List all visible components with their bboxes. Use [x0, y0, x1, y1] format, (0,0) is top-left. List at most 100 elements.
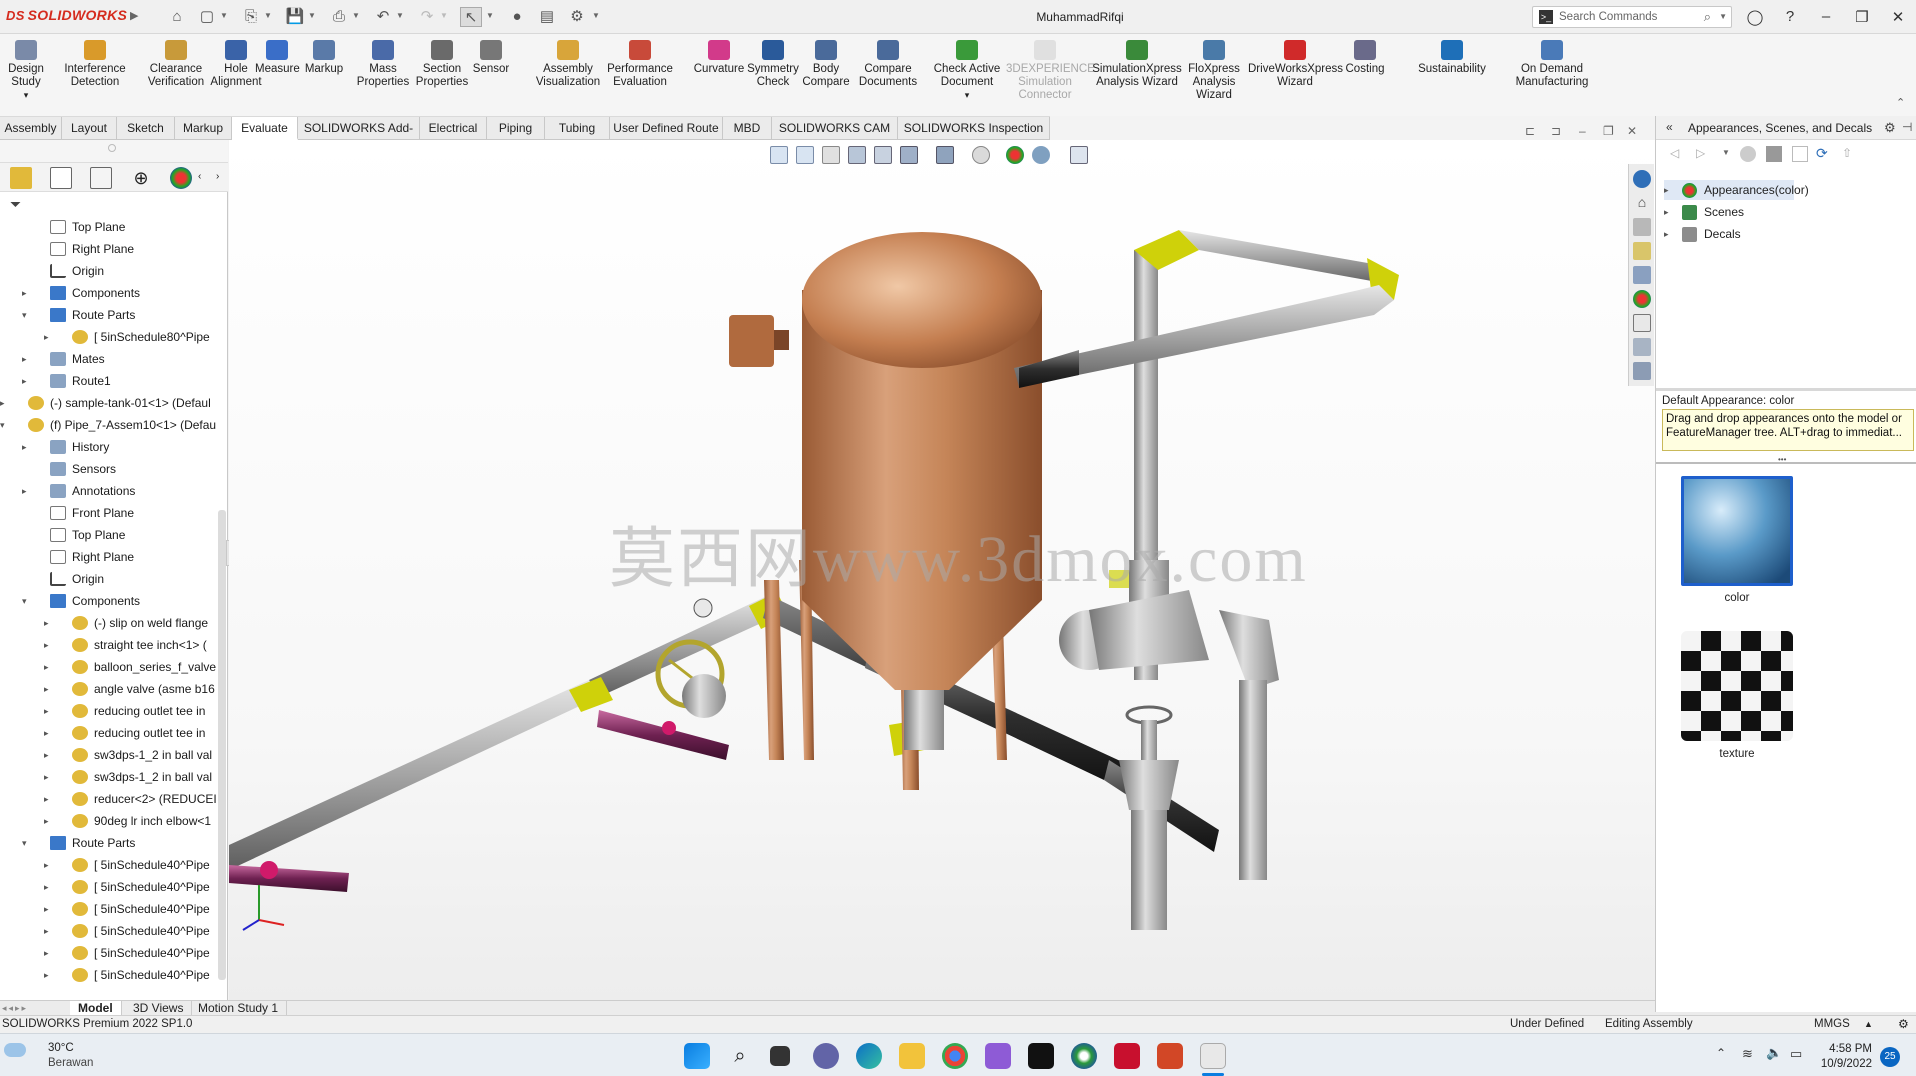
file-properties-icon[interactable]: ▤: [536, 7, 558, 27]
tree-item[interactable]: ▾ Route Parts: [0, 304, 218, 326]
zoom-to-fit-icon[interactable]: [770, 146, 788, 164]
tree-item[interactable]: ▸ [ 5inSchedule40^Pipe: [0, 854, 218, 876]
ribbon-dropdown-icon[interactable]: ▾: [929, 89, 1005, 102]
ribbon-button-19[interactable]: DriveWorksXpress Wizard: [1248, 40, 1343, 89]
tree-item[interactable]: ▸ [ 5inSchedule80^Pipe: [0, 326, 218, 348]
open-folder-icon[interactable]: ⎘: [240, 7, 262, 27]
expand-arrow-icon[interactable]: ▸: [44, 678, 54, 700]
tree-item[interactable]: ▾ (f) Pipe_7-Assem10<1> (Defau: [0, 414, 218, 436]
tabs-scroll-right-icon[interactable]: ›: [216, 171, 219, 182]
expand-arrow-icon[interactable]: ▸: [22, 370, 32, 392]
collapse-arrow-icon[interactable]: ▾: [0, 414, 10, 436]
tile-left-icon[interactable]: ⊏: [1525, 124, 1535, 138]
tab-sketch[interactable]: Sketch: [117, 117, 175, 140]
user-account-icon[interactable]: ◯: [1741, 8, 1769, 26]
forward-icon[interactable]: ▷: [1696, 146, 1705, 160]
tree-item[interactable]: ▸ reducer<2> (REDUCEI: [0, 788, 218, 810]
select-arrow-icon[interactable]: ↖: [460, 7, 482, 27]
notification-badge[interactable]: 25: [1880, 1047, 1900, 1067]
tree-item[interactable]: Origin: [0, 568, 218, 590]
bottom-tab-motion-study-1[interactable]: Motion Study 1: [190, 1001, 288, 1016]
clock[interactable]: 4:58 PM 10/9/2022: [1821, 1042, 1872, 1072]
expand-arrow-icon[interactable]: ▸: [44, 656, 54, 678]
tree-item[interactable]: ▸ [ 5inSchedule40^Pipe: [0, 964, 218, 986]
tab-assembly[interactable]: Assembly: [0, 117, 62, 140]
battery-icon[interactable]: ▭: [1790, 1046, 1802, 1062]
tree-item[interactable]: Top Plane: [0, 524, 218, 546]
tree-item[interactable]: ▸ reducing outlet tee in: [0, 722, 218, 744]
filter-icon[interactable]: ⏷: [10, 196, 21, 213]
redo-dropdown-icon[interactable]: ▼: [440, 11, 448, 20]
tree-item[interactable]: ▸ 90deg lr inch elbow<1: [0, 810, 218, 832]
expand-arrow-icon[interactable]: ▸: [1664, 202, 1669, 222]
tab-nav-arrows-icon[interactable]: ◂◂▸▸: [2, 1003, 28, 1014]
solidworks-taskbar-icon[interactable]: [1114, 1043, 1140, 1069]
ribbon-button-9[interactable]: Assembly Visualization: [526, 40, 610, 89]
tab-piping[interactable]: Piping: [487, 117, 545, 140]
open-dropdown-icon[interactable]: ▼: [264, 11, 272, 20]
expand-arrow-icon[interactable]: ▸: [44, 788, 54, 810]
snipping-tool-icon[interactable]: [1200, 1043, 1226, 1069]
expand-arrow-icon[interactable]: ▸: [44, 766, 54, 788]
add-ins-icon[interactable]: [1633, 362, 1651, 380]
new-folder-icon[interactable]: [1792, 146, 1808, 162]
ribbon-button-2[interactable]: Clearance Verification: [146, 40, 206, 89]
edit-appearance-icon[interactable]: [1006, 146, 1024, 164]
tab-solidworks-add-ins[interactable]: SOLIDWORKS Add-Ins: [298, 117, 420, 157]
expand-arrow-icon[interactable]: ▸: [1664, 180, 1669, 200]
start-icon[interactable]: [684, 1043, 710, 1069]
ribbon-button-4[interactable]: Measure: [255, 40, 300, 76]
expand-arrow-icon[interactable]: ▸: [44, 942, 54, 964]
expand-arrow-icon[interactable]: ▸: [44, 898, 54, 920]
expand-arrow-icon[interactable]: ▸: [22, 348, 32, 370]
file-explorer-icon[interactable]: [1633, 242, 1651, 260]
search-dropdown-icon[interactable]: ▼: [1719, 12, 1727, 21]
ribbon-button-10[interactable]: Performance Evaluation: [604, 40, 676, 89]
expand-arrow-icon[interactable]: ▸: [44, 326, 54, 348]
expand-arrow-icon[interactable]: ▸: [44, 810, 54, 832]
expand-arrow-icon[interactable]: ▸: [44, 964, 54, 986]
feature-manager-tab-icon[interactable]: [10, 167, 32, 189]
tree-item[interactable]: ▸ Route1: [0, 370, 218, 392]
print-icon[interactable]: ⎙: [328, 7, 350, 27]
search-taskbar-icon[interactable]: ⌕: [727, 1043, 753, 1069]
chrome-icon[interactable]: [942, 1043, 968, 1069]
tree-item[interactable]: Origin: [0, 260, 218, 282]
units-dropdown-icon[interactable]: ▲: [1864, 1016, 1873, 1033]
viewport-restore-icon[interactable]: ❐: [1603, 124, 1614, 138]
expand-arrow-icon[interactable]: ▸: [44, 854, 54, 876]
ribbon-button-0[interactable]: Design Study ▾: [6, 40, 46, 102]
color-appearance-swatch[interactable]: [1681, 476, 1793, 586]
logo-menu-arrow-icon[interactable]: ▶: [130, 9, 138, 22]
ribbon-button-16[interactable]: 3DEXPERIENCE Simulation Connector: [1006, 40, 1095, 102]
view-orientation-icon[interactable]: [900, 146, 918, 164]
ribbon-button-7[interactable]: Section Properties: [412, 40, 472, 89]
pin-icon[interactable]: ⊣: [1902, 120, 1912, 134]
solidworks-logo[interactable]: DS SOLIDWORKS: [6, 7, 127, 23]
unit-system[interactable]: MMGS: [1814, 1016, 1850, 1033]
help-icon[interactable]: ?: [1776, 8, 1804, 25]
tree-item[interactable]: ▸ Components: [0, 282, 218, 304]
tree-item[interactable]: ▸ Mates: [0, 348, 218, 370]
previous-view-icon[interactable]: [822, 146, 840, 164]
hide-show-items-icon[interactable]: [972, 146, 990, 164]
tab-evaluate[interactable]: Evaluate: [232, 117, 298, 140]
tree-item[interactable]: Sensors: [0, 458, 218, 480]
solidworks-resources-icon[interactable]: [1633, 170, 1651, 188]
history-dropdown-icon[interactable]: ▼: [1722, 148, 1730, 157]
expand-arrow-icon[interactable]: ▸: [1664, 224, 1669, 244]
ribbon-button-11[interactable]: Curvature: [693, 40, 745, 76]
undo-icon[interactable]: ↶: [372, 7, 394, 27]
display-style-icon[interactable]: [936, 146, 954, 164]
tree-item[interactable]: ▾ Components: [0, 590, 218, 612]
tab-electrical[interactable]: Electrical: [420, 117, 487, 140]
viewport-minimize-icon[interactable]: –: [1579, 124, 1586, 138]
collapse-ribbon-icon[interactable]: ⌃: [1896, 96, 1905, 109]
solidworks-forum-icon[interactable]: [1633, 338, 1651, 356]
tile-right-icon[interactable]: ⊐: [1551, 124, 1561, 138]
tab-tubing[interactable]: Tubing: [545, 117, 610, 140]
library-icon[interactable]: [1766, 146, 1782, 162]
viewport-close-icon[interactable]: ✕: [1627, 124, 1637, 138]
expand-arrow-icon[interactable]: ▸: [44, 744, 54, 766]
tree-item[interactable]: ▸ sw3dps-1_2 in ball val: [0, 744, 218, 766]
